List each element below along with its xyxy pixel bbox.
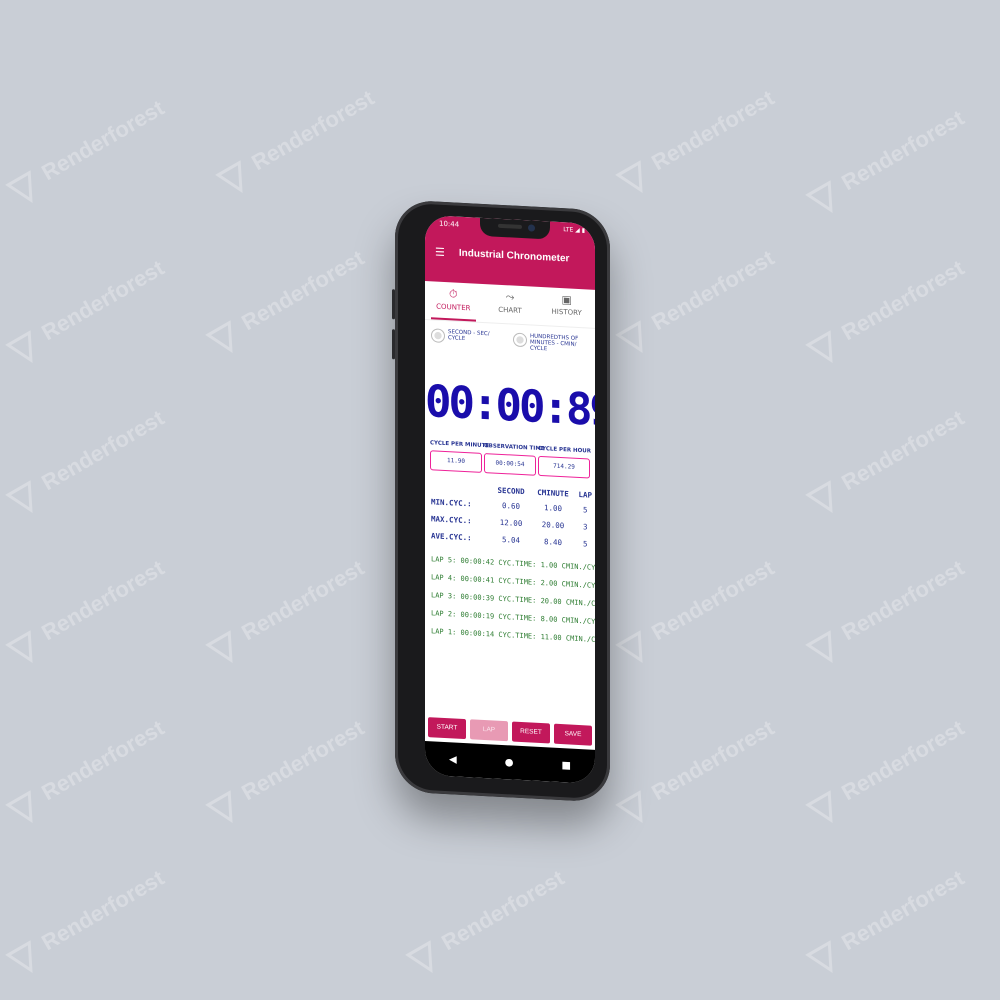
lap-button[interactable]: LAP — [470, 719, 508, 742]
watermark: ▽Renderforest — [801, 105, 969, 222]
watermark: ▽Renderforest — [211, 85, 379, 202]
watermark: ▽Renderforest — [201, 555, 369, 672]
tab-counter[interactable]: ⏱ COUNTER — [425, 281, 482, 322]
recent-apps-icon[interactable]: ■ — [562, 760, 571, 771]
watermark: ▽Renderforest — [801, 405, 969, 522]
watermark: ▽Renderforest — [611, 85, 779, 202]
watermark: ▽Renderforest — [801, 715, 969, 832]
table-cell: 8.40 — [543, 537, 563, 548]
mode-seconds-option[interactable]: SECOND - SEC/ CYCLE — [431, 328, 507, 362]
stopwatch-icon: ⏱ — [449, 287, 458, 301]
radio-hundredths[interactable] — [513, 332, 527, 348]
cycle-per-hour-stat: CYCLE PER HOUR 714.29 — [538, 445, 591, 479]
volume-button — [392, 329, 395, 360]
radio-seconds[interactable] — [431, 328, 445, 343]
notch — [480, 217, 550, 240]
watermark: ▽Renderforest — [1, 95, 169, 212]
volume-button — [392, 289, 395, 320]
menu-icon[interactable]: ☰ — [435, 245, 445, 259]
status-time: 10:44 — [439, 219, 460, 229]
stat-value: 714.29 — [538, 455, 590, 479]
watermark: ▽Renderforest — [611, 555, 779, 672]
watermark: ▽Renderforest — [611, 715, 779, 832]
watermark: ▽Renderforest — [201, 715, 369, 832]
stat-value: 00:00:54 — [484, 453, 536, 476]
watermark: ▽Renderforest — [1, 865, 169, 982]
table-cell: 5 — [583, 539, 588, 549]
tab-history[interactable]: ▣ HISTORY — [538, 287, 595, 328]
mode-hundredths-label: HUNDREDTHS OF MINUTES - CMIN/ CYCLE — [530, 333, 579, 353]
observation-time-stat: OBSERVATION TIME 00:00:54 — [484, 443, 545, 476]
table-cell: 5.04 — [502, 534, 521, 545]
row-label: AVE.CYC.: — [431, 531, 472, 543]
chart-icon: ⤳ — [505, 290, 515, 304]
unit-mode-group: SECOND - SEC/ CYCLE HUNDREDTHS OF MINUTE… — [425, 320, 595, 367]
table-cell: 5 — [583, 505, 588, 515]
cycle-per-minute-stat: CYCLE PER MINUTE 11.90 — [430, 440, 490, 473]
reset-button[interactable]: RESET — [512, 721, 550, 744]
tab-label: HISTORY — [551, 307, 582, 318]
mode-hundredths-option[interactable]: HUNDREDTHS OF MINUTES - CMIN/ CYCLE — [513, 332, 589, 367]
tab-label: COUNTER — [436, 302, 471, 313]
stat-label: CYCLE PER HOUR — [538, 445, 591, 455]
stat-label: OBSERVATION TIME — [484, 443, 545, 453]
watermark: ▽Renderforest — [801, 865, 969, 982]
start-button[interactable]: START — [428, 717, 466, 740]
tab-label: CHART — [498, 305, 522, 316]
phone-mockup: 10:44 LTE ◢ ▮ ☰ Industrial Chronometer ⏱… — [392, 199, 610, 803]
table-cell: 0.60 — [502, 500, 521, 511]
phone-screen: 10:44 LTE ◢ ▮ ☰ Industrial Chronometer ⏱… — [425, 214, 595, 784]
stat-label: CYCLE PER MINUTE — [430, 440, 490, 450]
watermark: ▽Renderforest — [1, 715, 169, 832]
lap-list: LAP 5: 00:00:42 CYC.TIME: 1.00 CMIN./CYC… — [425, 550, 595, 649]
status-icons: LTE ◢ ▮ — [563, 226, 585, 235]
speaker — [498, 223, 522, 230]
app-title: Industrial Chronometer — [458, 247, 570, 265]
system-nav-bar: ◀ ● ■ — [425, 740, 595, 784]
save-button[interactable]: SAVE — [554, 723, 592, 746]
watermark: ▽Renderforest — [801, 555, 969, 672]
table-cell: 3 — [583, 522, 588, 532]
watermark: ▽Renderforest — [1, 255, 169, 372]
front-camera — [528, 224, 535, 232]
watermark: ▽Renderforest — [801, 255, 969, 372]
back-icon[interactable]: ◀ — [449, 754, 457, 765]
home-icon[interactable]: ● — [505, 757, 514, 768]
watermark: ▽Renderforest — [1, 405, 169, 522]
watermark: ▽Renderforest — [401, 865, 569, 982]
save-icon: ▣ — [561, 293, 572, 307]
tab-chart[interactable]: ⤳ CHART — [482, 284, 539, 325]
cycle-summary-table: SECOND CMINUTE LAP MIN.CYC.: 0.60 1.00 5… — [425, 480, 595, 553]
stat-value: 11.90 — [430, 450, 482, 473]
stopwatch-display: 00:00:89 — [425, 375, 595, 437]
table-cell: 12.00 — [499, 517, 523, 529]
mode-seconds-label: SECOND - SEC/ CYCLE — [448, 329, 490, 343]
column-header: LAP — [578, 489, 593, 500]
watermark: ▽Renderforest — [611, 245, 779, 362]
watermark: ▽Renderforest — [1, 555, 169, 672]
watermark: ▽Renderforest — [201, 245, 369, 362]
